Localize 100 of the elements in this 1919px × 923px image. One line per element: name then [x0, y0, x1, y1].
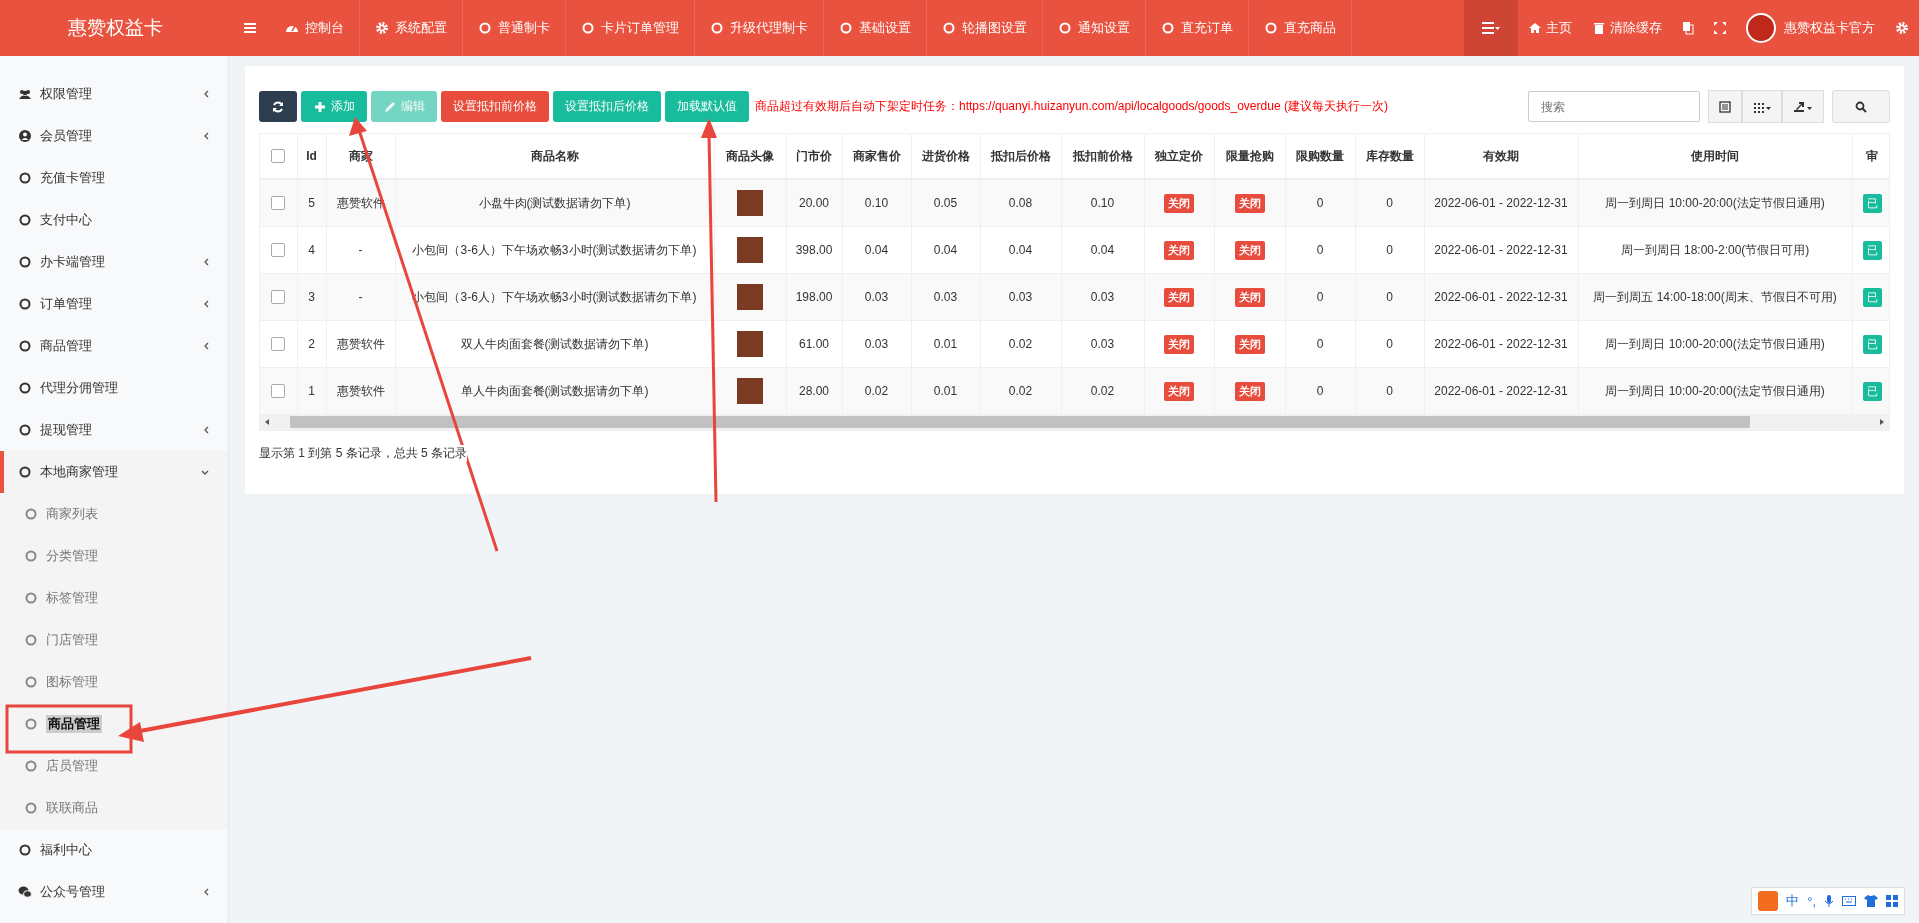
toggle-view-button[interactable]	[1708, 90, 1742, 123]
submenu-item[interactable]: 商品管理	[0, 703, 227, 745]
sidebar-item[interactable]: 福利中心	[0, 829, 227, 871]
table-cell: 0.10	[1061, 179, 1144, 227]
table-cell: 1	[297, 367, 326, 414]
refresh-icon	[271, 99, 285, 114]
toolbar-button[interactable]: 设置抵扣前价格	[441, 91, 549, 122]
columns-button[interactable]	[1742, 90, 1782, 123]
shirt-icon[interactable]	[1864, 895, 1878, 907]
grid-icon[interactable]	[1886, 895, 1898, 907]
table-cell: 0	[1285, 273, 1355, 321]
sidebar-item[interactable]: 充值卡管理	[0, 157, 227, 199]
status-label[interactable]: 关闭	[1234, 193, 1265, 213]
avatar[interactable]	[1746, 13, 1776, 43]
status-label[interactable]: 关闭	[1234, 240, 1265, 260]
submenu-item[interactable]: 商家列表	[0, 493, 227, 535]
export-button[interactable]	[1782, 90, 1824, 123]
row-checkbox[interactable]	[271, 290, 286, 305]
fullscreen-icon[interactable]	[1714, 22, 1726, 34]
submenu-item[interactable]: 标签管理	[0, 577, 227, 619]
table-cell: 周一到周日 10:00-20:00(法定节假日通用)	[1578, 179, 1852, 227]
circle-icon	[18, 381, 32, 395]
horizontal-scrollbar[interactable]	[260, 414, 1889, 430]
status-label[interactable]: 关闭	[1164, 381, 1194, 401]
nav-tab[interactable]: 卡片订单管理	[566, 0, 695, 56]
list-menu-button[interactable]	[1464, 0, 1518, 56]
ime-toggle[interactable]: 中	[1786, 892, 1800, 910]
status-label[interactable]: 关闭	[1234, 287, 1265, 307]
submenu-item[interactable]: 店员管理	[0, 745, 227, 787]
nav-tab[interactable]: 控制台	[270, 0, 360, 56]
status-label[interactable]: 关闭	[1164, 334, 1194, 354]
row-checkbox[interactable]	[271, 196, 286, 211]
search-button[interactable]	[1832, 90, 1890, 123]
sidebar-item[interactable]: 支付中心	[0, 199, 227, 241]
header-link[interactable]: 主页	[1518, 0, 1582, 56]
home-icon	[1528, 21, 1542, 35]
table-cell: 0.03	[911, 273, 980, 321]
submenu-item[interactable]: 图标管理	[0, 661, 227, 703]
microphone-icon[interactable]	[1824, 894, 1834, 908]
status-label[interactable]: 关闭	[1164, 193, 1194, 213]
nav-tab[interactable]: 通知设置	[1043, 0, 1146, 56]
photo-placeholder	[737, 237, 763, 263]
circle-icon	[24, 507, 38, 521]
toolbar-button[interactable]: 加载默认值	[665, 91, 749, 122]
select-all-checkbox[interactable]	[271, 149, 286, 164]
settings-icon	[1895, 21, 1909, 35]
search-field[interactable]: 搜索	[1528, 91, 1700, 122]
nav-tab[interactable]: 直充商品	[1249, 0, 1352, 56]
sidebar-item[interactable]: 权限管理	[0, 73, 227, 115]
table-cell: 0	[1285, 367, 1355, 414]
row-checkbox[interactable]	[271, 337, 286, 352]
ime-logo-icon[interactable]	[1758, 891, 1779, 911]
submenu-item[interactable]: 联联商品	[0, 787, 227, 829]
list-icon	[1482, 22, 1500, 34]
status-label[interactable]: 关闭	[1234, 334, 1265, 354]
menu-icon[interactable]	[244, 23, 256, 33]
user-name[interactable]: 惠赞权益卡官方	[1784, 19, 1875, 37]
sidebar-item[interactable]: 公众号管理	[0, 871, 227, 913]
nav-tab[interactable]: 普通制卡	[463, 0, 566, 56]
plus-icon	[313, 99, 327, 114]
export-icon	[1793, 100, 1813, 113]
circle-icon	[18, 843, 32, 857]
toolbar-button[interactable]: 添加	[301, 91, 367, 122]
nav-tab[interactable]: 系统配置	[360, 0, 463, 56]
nav-tab[interactable]: 基础设置	[824, 0, 927, 56]
pagination-summary: 显示第 1 到第 5 条记录，总共 5 条记录	[259, 445, 468, 462]
row-checkbox[interactable]	[271, 243, 286, 258]
table-cell: 3	[297, 273, 326, 321]
nav-tab[interactable]: 直充订单	[1146, 0, 1249, 56]
table-cell: 周一到周五 14:00-18:00(周末、节假日不可用)	[1578, 273, 1852, 321]
status-label[interactable]: 关闭	[1164, 240, 1194, 260]
photo-placeholder	[737, 331, 763, 357]
sidebar-item[interactable]: 订单管理	[0, 283, 227, 325]
sidebar-item[interactable]: 会员管理	[0, 115, 227, 157]
chevron-down-icon	[201, 470, 209, 476]
pencil-icon	[383, 99, 397, 114]
submenu-item[interactable]: 分类管理	[0, 535, 227, 577]
row-checkbox[interactable]	[271, 384, 286, 399]
sidebar-item[interactable]: 代理分佣管理	[0, 367, 227, 409]
sidebar-item[interactable]: 办卡端管理	[0, 241, 227, 283]
table-cell: 0.02	[1061, 367, 1144, 414]
table-cell: 28.00	[786, 367, 842, 414]
submenu-item[interactable]: 门店管理	[0, 619, 227, 661]
circle-icon	[478, 21, 492, 35]
circle-icon	[24, 675, 38, 689]
chevron-left-icon	[203, 342, 209, 350]
header-link[interactable]: 清除缓存	[1582, 0, 1672, 56]
status-label: 已	[1862, 287, 1882, 307]
sidebar-item[interactable]: 提现管理	[0, 409, 227, 451]
toolbar-button[interactable]	[259, 91, 297, 122]
circle-icon	[581, 21, 595, 35]
nav-tab[interactable]: 轮播图设置	[927, 0, 1043, 56]
keyboard-icon[interactable]	[1842, 896, 1856, 906]
sidebar-item[interactable]: 本地商家管理	[0, 451, 227, 493]
toolbar-button[interactable]: 设置抵扣后价格	[553, 91, 661, 122]
status-label[interactable]: 关闭	[1164, 287, 1194, 307]
nav-tab[interactable]: 升级代理制卡	[695, 0, 824, 56]
ime-toggle[interactable]: °,	[1807, 893, 1816, 909]
status-label[interactable]: 关闭	[1234, 381, 1265, 401]
sidebar-item[interactable]: 商品管理	[0, 325, 227, 367]
